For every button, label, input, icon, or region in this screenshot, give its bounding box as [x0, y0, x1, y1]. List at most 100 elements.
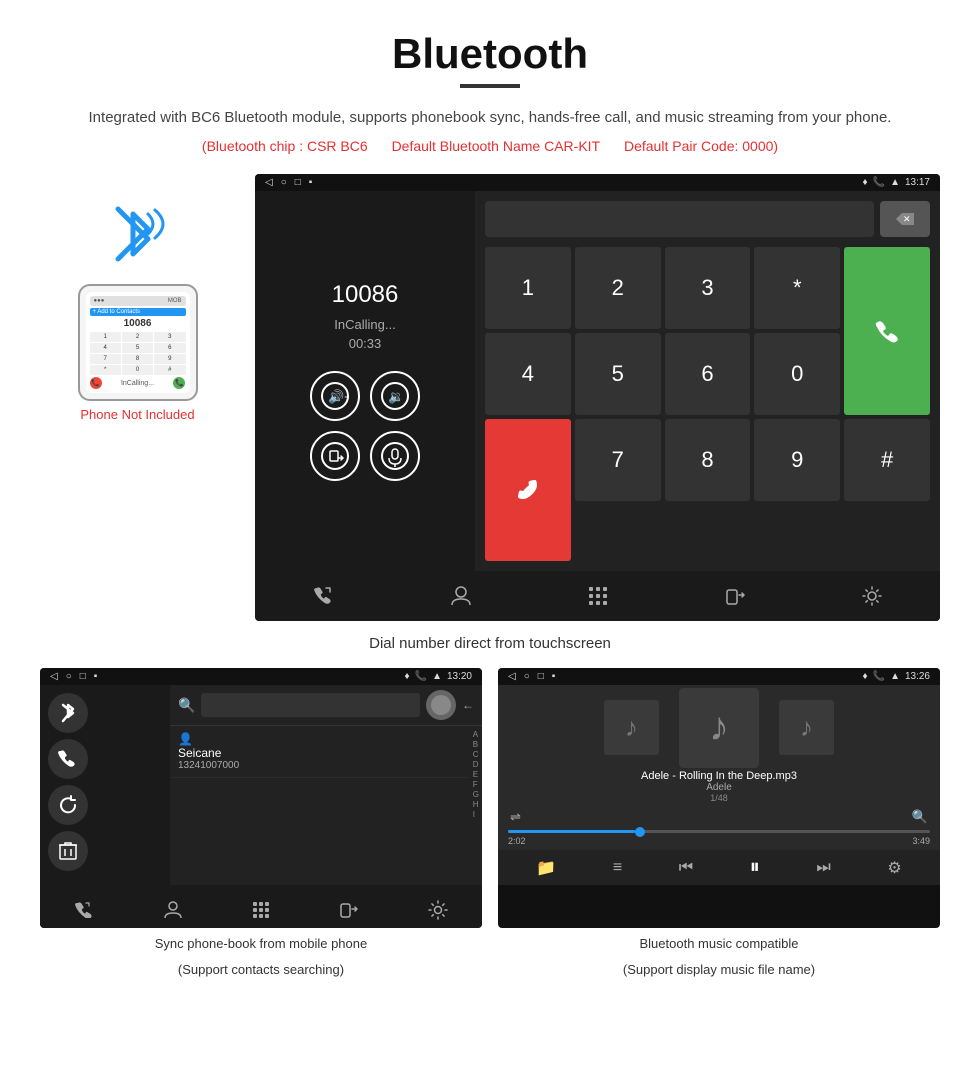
dialpad-key-7[interactable]: 7 — [575, 419, 661, 501]
music-next-icon[interactable]: ⏭ — [816, 859, 830, 877]
call-interface: 10086 InCalling... 00:33 🔊+ 🔉 — [255, 191, 940, 571]
music-progress-bar: 2:02 3:49 — [498, 827, 940, 846]
pb-refresh-btn[interactable] — [48, 785, 88, 825]
dialpad-key-8[interactable]: 8 — [665, 419, 751, 501]
status-left: ◁ ○ □ ▪ — [265, 177, 312, 188]
back-icon: ◁ — [265, 177, 273, 188]
music-play-pause-button[interactable]: ⏸ — [750, 856, 760, 879]
music-wifi-icon: ▲ — [890, 671, 900, 682]
pb-search-row: 🔍 ← — [170, 685, 482, 726]
svg-text:🔊+: 🔊+ — [328, 388, 349, 405]
music-list-icon[interactable]: ≡ — [613, 859, 622, 877]
pb-right-panel: 🔍 ← 👤 Seicane 13241007000 — [170, 685, 482, 885]
pb-search-icon: 🔍 — [178, 697, 195, 714]
dialpad-key-2[interactable]: 2 — [575, 247, 661, 329]
music-status-left: ◁ ○ □ ▪ — [508, 671, 555, 682]
nav-call-icon[interactable] — [304, 581, 344, 611]
pb-nav-person-icon — [163, 900, 183, 920]
nav-phone-icon — [313, 586, 335, 606]
home-icon: ○ — [281, 177, 287, 188]
music-track-number: 1/48 — [498, 793, 940, 803]
pb-nav-settings[interactable] — [418, 895, 458, 925]
pb-nav-dialpad[interactable] — [241, 895, 281, 925]
pb-caption-main: Sync phone-book from mobile phone — [40, 934, 482, 954]
pb-contacts-list: 👤 Seicane 13241007000 — [170, 726, 470, 885]
volume-down-icon: 🔉 — [381, 382, 409, 410]
mute-button[interactable] — [370, 431, 420, 481]
pb-alphabet-index: ABCDEFGHI — [470, 726, 482, 885]
music-prev-icon[interactable]: ⏮ — [679, 859, 693, 877]
pb-backspace-button[interactable]: ← — [462, 698, 474, 712]
phone-add-contact[interactable]: + Add to Contacts — [90, 308, 186, 316]
phonebook-item: ◁ ○ □ ▪ ♦ 📞 ▲ 13:20 — [40, 668, 482, 979]
bluetooth-btn-icon — [58, 701, 78, 725]
dialpad-endcall-button[interactable] — [485, 419, 571, 561]
pb-call-icon — [58, 750, 78, 768]
nav-transfer-icon[interactable] — [715, 581, 755, 611]
dialpad-input-row: ✕ — [485, 201, 930, 237]
dialpad-key-1[interactable]: 1 — [485, 247, 571, 329]
transfer-button[interactable] — [310, 431, 360, 481]
dialpad-key-3[interactable]: 3 — [665, 247, 751, 329]
time-display: 13:17 — [905, 177, 930, 188]
dialpad-call-button[interactable] — [844, 247, 930, 415]
nav-contacts-icon[interactable] — [441, 581, 481, 611]
music-top-controls: ⇌ 🔍 — [498, 807, 940, 827]
pb-nav-transfer[interactable] — [329, 895, 369, 925]
pb-home-icon: ○ — [66, 671, 72, 682]
dialpad-key-5[interactable]: 5 — [575, 333, 661, 415]
pb-contact-number: 13241007000 — [178, 760, 462, 771]
progress-thumb[interactable] — [635, 827, 645, 837]
dialpad-input-field[interactable] — [485, 201, 874, 237]
dialpad-key-6[interactable]: 6 — [665, 333, 751, 415]
volume-up-button[interactable]: 🔊+ — [310, 371, 360, 421]
music-eq-icon[interactable]: ⚙ — [887, 858, 901, 878]
phone-not-included-label: Phone Not Included — [80, 407, 194, 422]
call-right-panel: ✕ 1 2 3 * 4 5 6 — [475, 191, 940, 571]
pb-delete-btn[interactable] — [48, 831, 88, 871]
end-call-icon — [513, 479, 543, 501]
dialpad-key-4[interactable]: 4 — [485, 333, 571, 415]
pb-nav-call[interactable] — [64, 895, 104, 925]
dialpad-key-star[interactable]: * — [754, 247, 840, 329]
music-home-icon: ○ — [524, 671, 530, 682]
pb-mic-button[interactable] — [426, 690, 456, 720]
dialpad-key-hash[interactable]: # — [844, 419, 930, 501]
pb-menu-icon: ▪ — [94, 671, 98, 682]
nav-grid-icon — [587, 585, 609, 607]
nav-bar — [255, 571, 940, 621]
dialpad-key-0[interactable]: 0 — [754, 333, 840, 415]
phone-end-call[interactable]: 📞 — [90, 377, 102, 389]
music-folder-icon[interactable]: 📁 — [536, 858, 556, 878]
pb-search-input[interactable] — [201, 693, 420, 717]
pb-nav-contacts[interactable] — [153, 895, 193, 925]
nav-settings-icon[interactable] — [852, 581, 892, 611]
pb-bluetooth-btn[interactable] — [48, 693, 88, 733]
phone-screen: ●●●MOB + Add to Contacts 10086 123 456 7… — [86, 292, 190, 393]
music-shuffle-icon[interactable]: ⇌ — [510, 809, 521, 825]
volume-down-button[interactable]: 🔉 — [370, 371, 420, 421]
pb-caption-sub: (Support contacts searching) — [40, 960, 482, 980]
main-section: ●●●MOB + Add to Contacts 10086 123 456 7… — [40, 174, 940, 621]
pb-nav-gear-icon — [428, 900, 448, 920]
pb-recents-icon: □ — [80, 671, 86, 682]
pb-time: 13:20 — [447, 671, 472, 682]
pb-status-left: ◁ ○ □ ▪ — [50, 671, 97, 682]
nav-dialpad-icon[interactable] — [578, 581, 618, 611]
page-description: Integrated with BC6 Bluetooth module, su… — [40, 106, 940, 130]
music-search-icon[interactable]: 🔍 — [912, 809, 928, 825]
call-icon — [872, 316, 902, 346]
bottom-section: ◁ ○ □ ▪ ♦ 📞 ▲ 13:20 — [40, 668, 940, 979]
pb-contact-item[interactable]: 👤 Seicane 13241007000 — [170, 726, 470, 778]
dialpad-delete-button[interactable]: ✕ — [880, 201, 930, 237]
phone-status-icon: 📞 — [873, 177, 885, 188]
dialpad-key-9[interactable]: 9 — [754, 419, 840, 501]
phone-call-button[interactable]: 📞 — [173, 377, 185, 389]
pb-call-btn[interactable] — [48, 739, 88, 779]
pb-contacts-area: 👤 Seicane 13241007000 ABCDEFGHI — [170, 726, 482, 885]
music-location-icon: ♦ — [863, 671, 868, 682]
progress-track[interactable] — [508, 830, 930, 833]
svg-text:✕: ✕ — [903, 214, 911, 224]
music-album-area: ♪ ♪ ♪ — [498, 685, 940, 770]
music-artist-name: Adele — [498, 782, 940, 793]
